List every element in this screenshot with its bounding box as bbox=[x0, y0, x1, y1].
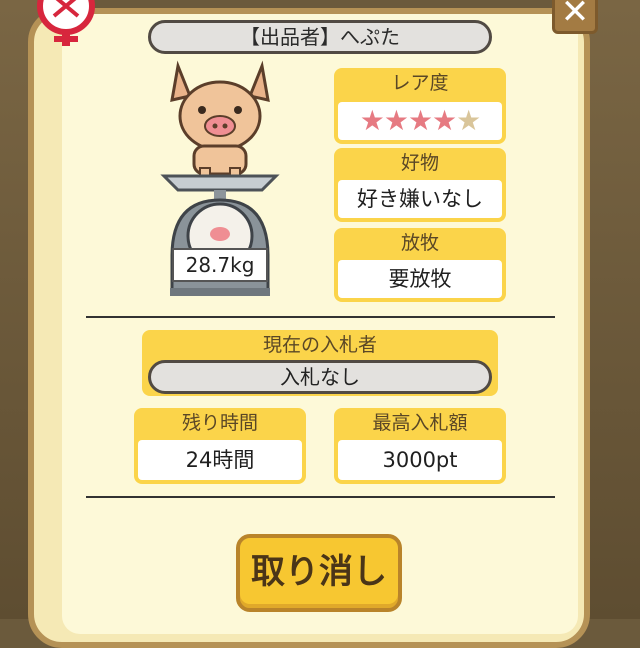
rarity-card: レア度 ★★★★★ bbox=[334, 68, 506, 144]
star-empty-icon: ★ bbox=[456, 104, 481, 137]
current-bidder-value: 入札なし bbox=[148, 360, 492, 394]
close-icon: ✕ bbox=[560, 0, 590, 32]
favorite-card: 好物 好き嫌いなし bbox=[334, 148, 506, 222]
rarity-label: レア度 bbox=[391, 72, 449, 94]
cancel-button[interactable]: 取り消し bbox=[236, 534, 402, 612]
grazing-card: 放牧 要放牧 bbox=[334, 228, 506, 302]
max-bid-card: 最高入札額 3000pt bbox=[334, 408, 506, 484]
favorite-label: 好物 bbox=[400, 152, 439, 174]
divider-bottom bbox=[86, 496, 555, 498]
time-left-value: 24時間 bbox=[138, 440, 302, 480]
divider-top bbox=[86, 316, 555, 318]
max-bid-value: 3000pt bbox=[338, 440, 502, 480]
time-left-label: 残り時間 bbox=[181, 412, 258, 434]
current-bidder-label: 現在の入札者 bbox=[262, 334, 377, 356]
female-symbol-icon bbox=[37, 0, 95, 46]
star-filled-icon: ★ bbox=[432, 104, 457, 137]
grazing-label: 放牧 bbox=[400, 232, 439, 254]
seller-label: 【出品者】へぷた bbox=[148, 20, 492, 54]
rarity-stars: ★★★★★ bbox=[338, 102, 502, 140]
close-button[interactable]: ✕ bbox=[552, 0, 598, 34]
star-filled-icon: ★ bbox=[359, 104, 385, 137]
time-left-card: 残り時間 24時間 bbox=[134, 408, 306, 484]
star-filled-icon: ★ bbox=[383, 104, 409, 137]
star-filled-icon: ★ bbox=[407, 104, 433, 137]
favorite-value: 好き嫌いなし bbox=[338, 180, 502, 218]
pig-icon bbox=[170, 60, 270, 185]
max-bid-label: 最高入札額 bbox=[372, 412, 468, 434]
grazing-value: 要放牧 bbox=[338, 260, 502, 298]
pig-weight: 28.7kg bbox=[172, 248, 268, 282]
